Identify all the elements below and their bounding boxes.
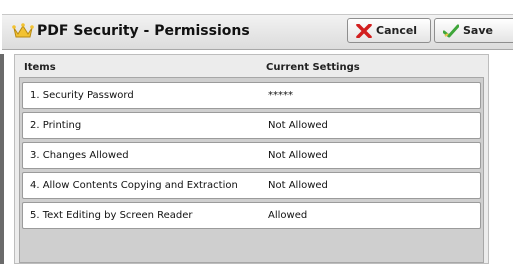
item-value: Not Allowed	[268, 180, 328, 191]
title-bar: PDF Security - Permissions Cancel Save	[2, 14, 513, 50]
save-label: Save	[463, 24, 493, 37]
list-item-changes-allowed[interactable]: 3. Changes Allowed Not Allowed	[22, 142, 481, 169]
cancel-label: Cancel	[376, 24, 418, 37]
list-item-printing[interactable]: 2. Printing Not Allowed	[22, 112, 481, 139]
list-item-text-editing[interactable]: 5. Text Editing by Screen Reader Allowed	[22, 202, 481, 229]
item-label: 5. Text Editing by Screen Reader	[30, 210, 193, 221]
crown-icon	[12, 23, 34, 38]
settings-list: 1. Security Password ***** 2. Printing N…	[19, 77, 484, 263]
page-title: PDF Security - Permissions	[37, 23, 250, 39]
item-label: 1. Security Password	[30, 90, 134, 101]
save-button[interactable]: Save	[434, 18, 513, 43]
list-item-contents-copying[interactable]: 4. Allow Contents Copying and Extraction…	[22, 172, 481, 199]
red-x-icon	[356, 24, 372, 38]
item-label: 4. Allow Contents Copying and Extraction	[30, 180, 238, 191]
list-item-security-password[interactable]: 1. Security Password *****	[22, 82, 481, 109]
item-value: Not Allowed	[268, 120, 328, 131]
cancel-button[interactable]: Cancel	[347, 18, 431, 43]
column-header-items: Items	[24, 62, 56, 73]
item-value: Not Allowed	[268, 150, 328, 161]
item-value: Allowed	[268, 210, 308, 221]
green-check-icon	[443, 24, 459, 38]
item-label: 2. Printing	[30, 120, 82, 131]
item-label: 3. Changes Allowed	[30, 150, 129, 161]
column-header-current-settings: Current Settings	[266, 62, 360, 73]
item-value: *****	[268, 90, 293, 101]
left-edge-line	[0, 54, 4, 264]
